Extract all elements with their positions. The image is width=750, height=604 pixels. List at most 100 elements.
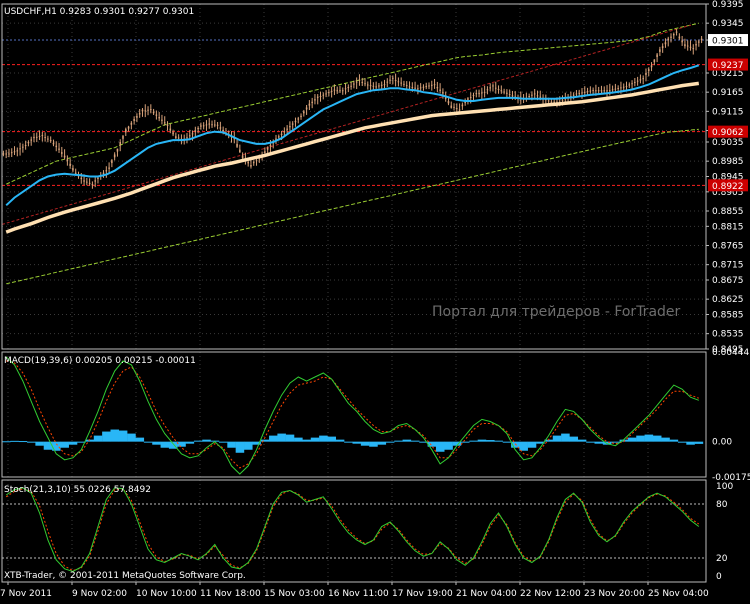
candle-body [269,144,272,147]
candle-body [508,94,511,96]
time-tick-label: 9 Nov 02:00 [72,589,127,599]
candle-body [417,88,419,90]
macd-histogram-bar [686,441,695,445]
candle-body [606,90,608,92]
candle-body [177,137,180,139]
candle-body [620,87,622,89]
candle-body [344,88,347,90]
macd-histogram-bar [52,441,61,451]
candle-body [447,101,450,104]
candle-body [628,84,631,86]
macd-histogram-bar [2,441,11,443]
candle-body [533,93,536,95]
candle-body [241,155,244,159]
candle-body [286,128,288,130]
candle-body [133,119,135,121]
candle-body [595,90,597,92]
candle-body [211,124,213,126]
macd-histogram-bar [260,439,270,442]
candle-body [603,90,606,92]
candle-body [400,82,402,84]
candle-body [303,111,305,114]
macd-histogram-bar [460,441,470,443]
candle-body [72,168,74,171]
candle-body [49,140,52,142]
candle-body [13,151,16,153]
candle-body [336,90,339,92]
candle-body [378,85,380,87]
macd-histogram-bar [10,440,19,442]
candle-body [458,109,461,111]
candle-body [136,116,138,118]
candle-body [489,87,491,89]
candle-body [47,138,49,140]
candle-body [97,177,99,180]
candle-body [166,124,169,127]
macd-histogram-bar [360,441,370,446]
candle-body [634,81,636,83]
price-tick-label: 0.9395 [712,0,744,10]
macd-histogram-bar [310,437,320,442]
candle-body [500,90,503,92]
candle-body [141,109,144,112]
candle-body [163,122,166,124]
macd-histogram-bar [636,435,645,442]
candle-body [539,96,542,98]
price-tick-label: 0.9115 [712,107,744,117]
candle-body [102,172,105,174]
candle-body [127,126,130,129]
candle-body [161,119,163,121]
macd-histogram-bar [469,440,478,442]
candle-body [506,92,508,94]
candle-body [33,136,35,139]
candle-body [169,128,172,131]
price-tick-label: 0.8985 [712,157,744,167]
macd-histogram-bar [569,436,579,442]
stoch-tick-label: 80 [716,500,728,510]
stoch-tick-label: 0 [716,572,722,582]
candle-body [661,46,664,49]
candle-body [645,73,647,75]
price-pane-title: USDCHF,H1 0.9283 0.9301 0.9277 0.9301 [4,7,194,17]
macd-histogram-bar [435,441,445,452]
candle-body [188,135,191,137]
candle-body [589,90,592,92]
time-tick-label: 15 Nov 03:00 [264,589,325,599]
candle-body [625,86,628,88]
candle-body [394,80,397,82]
macd-histogram-bar [269,435,278,442]
candle-body [172,132,174,135]
price-level-label: 0.9237 [712,61,744,71]
macd-histogram-bar [35,441,44,446]
candle-body [294,120,297,123]
candle-body [392,77,394,79]
candle-body [617,88,619,90]
candle-body [531,94,533,96]
candle-body [305,107,308,110]
macd-histogram-bar [335,439,345,442]
candle-body [497,88,500,90]
macd-histogram-bar [102,431,111,442]
macd-histogram-bar [377,441,387,445]
candle-body [66,159,69,162]
candle-body [222,129,224,132]
candle-body [656,54,658,58]
candle-body [436,87,439,89]
candle-body [700,38,703,41]
candle-body [339,90,341,92]
candle-body [155,114,158,116]
candle-body [597,90,600,92]
macd-histogram-bar [277,433,286,442]
candle-body [461,104,464,107]
candle-body [414,87,416,89]
candle-body [372,85,375,87]
candle-body [667,38,670,41]
candle-body [58,148,60,150]
macd-histogram-bar [394,440,403,442]
macd-histogram-bar [202,439,211,442]
candle-body [361,81,364,83]
candle-body [347,87,350,89]
candle-body [108,167,110,169]
candle-body [200,125,202,127]
macd-histogram-bar [694,441,704,444]
